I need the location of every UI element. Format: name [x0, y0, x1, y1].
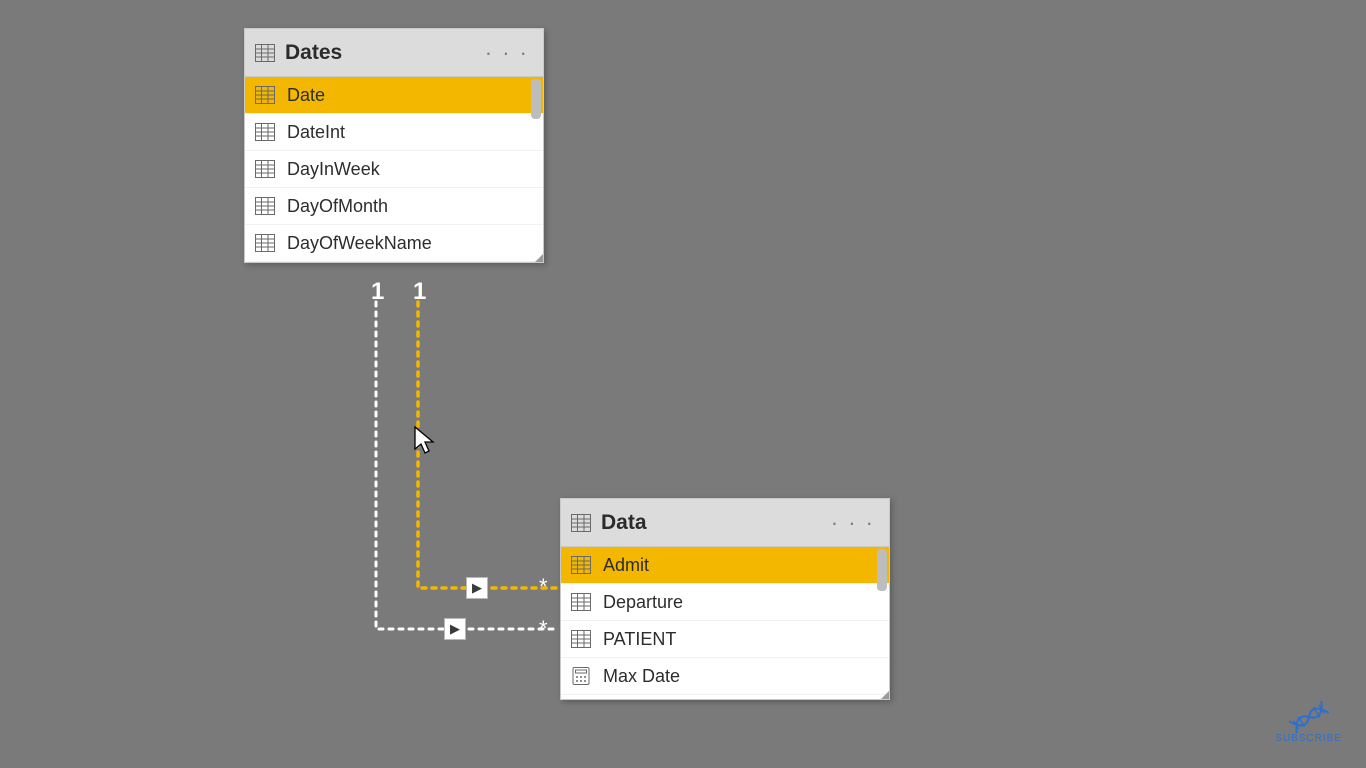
table-header-dates[interactable]: Dates · · ·	[245, 29, 543, 77]
table-icon	[571, 556, 591, 574]
table-icon	[571, 514, 591, 532]
cardinality-inactive-to: *	[539, 616, 548, 642]
table-icon	[255, 234, 275, 252]
field-row[interactable]: DateInt	[245, 114, 543, 151]
table-icon	[571, 630, 591, 648]
table-card-dates[interactable]: Dates · · · Date DateInt DayInWeek DayOf…	[244, 28, 544, 263]
field-row[interactable]: DayInWeek	[245, 151, 543, 188]
scrollbar-thumb[interactable]	[877, 549, 887, 591]
table-title: Dates	[285, 41, 481, 65]
cardinality-active-to: *	[539, 574, 548, 600]
table-header-data[interactable]: Data · · ·	[561, 499, 889, 547]
filter-direction-arrow-active[interactable]: ▶	[466, 577, 488, 599]
table-icon	[255, 197, 275, 215]
relationship-line-active[interactable]	[418, 302, 558, 588]
more-options-button[interactable]: · · ·	[481, 40, 533, 66]
field-label: DayOfWeekName	[287, 233, 432, 254]
subscribe-label: SUBSCRIBE	[1275, 733, 1342, 744]
table-card-data[interactable]: Data · · · Admit Departure PATIENT Max D…	[560, 498, 890, 700]
field-label: DayOfMonth	[287, 196, 388, 217]
field-row[interactable]: DayOfMonth	[245, 188, 543, 225]
field-row[interactable]: DayOfWeekName	[245, 225, 543, 262]
field-row[interactable]: Departure	[561, 584, 889, 621]
field-label: Departure	[603, 592, 683, 613]
resize-handle[interactable]	[535, 254, 543, 262]
table-title: Data	[601, 511, 827, 535]
field-list-dates: Date DateInt DayInWeek DayOfMonth DayOfW…	[245, 77, 543, 262]
field-label: DayInWeek	[287, 159, 380, 180]
field-list-data: Admit Departure PATIENT Max Date	[561, 547, 889, 699]
cardinality-active-from: 1	[413, 278, 426, 306]
field-label: Admit	[603, 555, 649, 576]
field-label: Date	[287, 85, 325, 106]
resize-handle[interactable]	[881, 691, 889, 699]
table-icon	[255, 44, 275, 62]
field-label: DateInt	[287, 122, 345, 143]
more-options-button[interactable]: · · ·	[827, 510, 879, 536]
table-icon	[255, 86, 275, 104]
scrollbar-thumb[interactable]	[531, 79, 541, 119]
table-icon	[571, 593, 591, 611]
table-icon	[255, 160, 275, 178]
filter-direction-arrow-inactive[interactable]: ▶	[444, 618, 466, 640]
subscribe-watermark: SUBSCRIBE	[1275, 706, 1342, 744]
field-label: Max Date	[603, 666, 680, 687]
cardinality-inactive-from: 1	[371, 278, 384, 306]
mouse-cursor	[414, 426, 436, 456]
table-icon	[255, 123, 275, 141]
field-row[interactable]: Date	[245, 77, 543, 114]
field-row[interactable]: Max Date	[561, 658, 889, 695]
field-row[interactable]: PATIENT	[561, 621, 889, 658]
field-row[interactable]: Admit	[561, 547, 889, 584]
calculator-icon	[571, 667, 591, 685]
field-label: PATIENT	[603, 629, 676, 650]
